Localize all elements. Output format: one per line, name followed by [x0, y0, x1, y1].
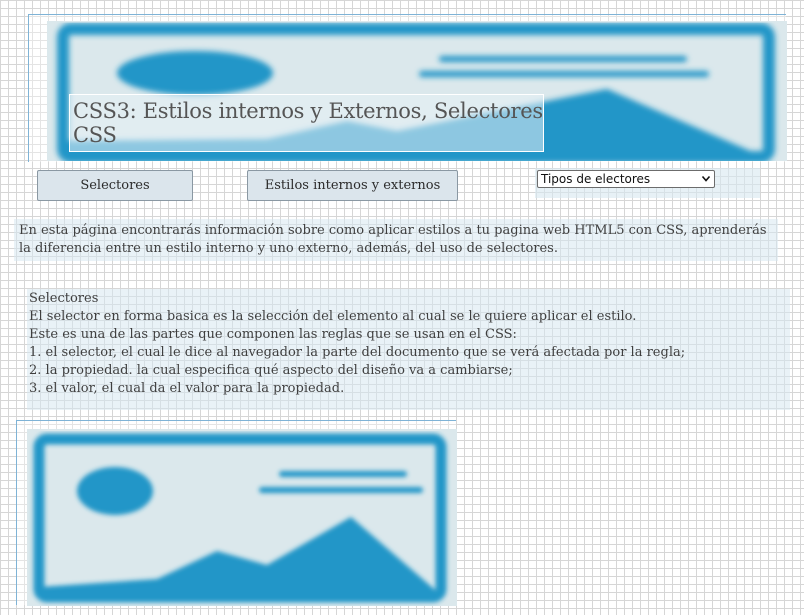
select-container: Tipos de electores	[535, 168, 760, 198]
figure-box	[16, 420, 457, 606]
page-title: CSS3: Estilos internos y Externos, Selec…	[73, 99, 543, 147]
list-item: 2. la propiedad. la cual especifica qué …	[29, 363, 513, 378]
dropdown-selected-value: Tipos de electores	[541, 172, 651, 186]
intro-text: En esta página encontrarás información s…	[19, 223, 767, 256]
title-box: CSS3: Estilos internos y Externos, Selec…	[69, 94, 544, 152]
image-placeholder-icon	[27, 429, 457, 606]
section-heading: Selectores	[29, 291, 99, 306]
header-banner: CSS3: Estilos internos y Externos, Selec…	[28, 14, 787, 162]
list-item: 1. el selector, el cual le dice al naveg…	[29, 345, 686, 360]
estilos-internos-externos-button[interactable]: Estilos internos y externos	[247, 170, 458, 201]
list-item: 3. el valor, el cual da el valor para la…	[29, 381, 345, 396]
selectores-section: Selectores El selector en forma basica e…	[27, 289, 790, 410]
section-line: Este es una de las partes que componen l…	[29, 327, 517, 342]
selectores-button[interactable]: Selectores	[37, 170, 193, 201]
section-line: El selector en forma basica es la selecc…	[29, 309, 637, 324]
chevron-down-icon	[701, 171, 711, 187]
tipos-selectores-dropdown[interactable]: Tipos de electores	[537, 170, 715, 188]
intro-panel: En esta página encontrarás información s…	[14, 219, 778, 261]
